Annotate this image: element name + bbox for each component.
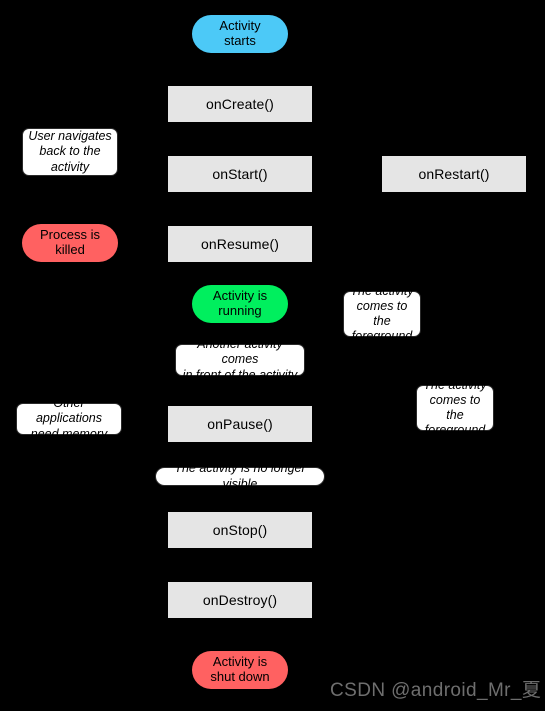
node-activity-shut-down: Activity is shut down [192, 651, 288, 689]
note-no-longer-visible: The activity is no longer visible [155, 461, 325, 491]
node-on-restart: onRestart() [382, 156, 526, 192]
node-activity-running: Activity is running [192, 285, 288, 323]
activity-lifecycle-diagram: Activity starts onCreate() User navigate… [0, 0, 545, 711]
node-on-create: onCreate() [168, 86, 312, 122]
node-on-pause: onPause() [168, 406, 312, 442]
note-another-activity-in-front: Another activity comes in front of the a… [175, 337, 305, 382]
node-on-start: onStart() [168, 156, 312, 192]
node-activity-starts: Activity starts [192, 15, 288, 53]
note-other-apps-need-memory: Other applications need memory [16, 396, 122, 441]
watermark-text: CSDN @android_Mr_夏 [330, 680, 542, 701]
node-on-resume: onResume() [168, 226, 312, 262]
note-user-navigates-back: User navigates back to the activity [22, 128, 118, 176]
note-foreground-lower: The activity comes to the foreground [416, 378, 494, 437]
node-process-killed: Process is killed [22, 224, 118, 262]
node-on-destroy: onDestroy() [168, 582, 312, 618]
note-foreground-upper: The activity comes to the foreground [343, 284, 421, 343]
node-on-stop: onStop() [168, 512, 312, 548]
